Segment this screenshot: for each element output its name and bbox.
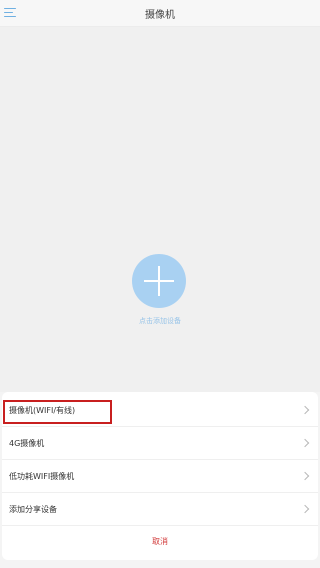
add-device-hint[interactable]: 点击添加设备 bbox=[0, 316, 320, 326]
chevron-right-icon bbox=[300, 405, 310, 415]
device-area: 点击添加设备 bbox=[0, 27, 320, 392]
chevron-right-icon bbox=[300, 504, 310, 514]
option-label: 低功耗WIFI摄像机 bbox=[9, 472, 75, 481]
option-wifi-camera[interactable]: 摄像机(WIFI/有线) bbox=[2, 394, 318, 427]
plus-icon-vertical bbox=[158, 266, 160, 296]
option-label: 添加分享设备 bbox=[9, 505, 57, 514]
highlight-box bbox=[3, 400, 112, 424]
option-label: 4G摄像机 bbox=[9, 439, 45, 448]
cancel-button[interactable]: 取消 bbox=[2, 536, 318, 547]
top-bar: 摄像机 bbox=[0, 0, 320, 27]
option-low-power-wifi-camera[interactable]: 低功耗WIFI摄像机 bbox=[2, 460, 318, 493]
add-device-button[interactable] bbox=[132, 254, 186, 308]
chevron-right-icon bbox=[300, 471, 310, 481]
device-type-sheet: 摄像机(WIFI/有线) 4G摄像机 低功耗WIFI摄像机 添加分享设备 取消 bbox=[2, 392, 318, 560]
page-title: 摄像机 bbox=[145, 10, 175, 21]
option-add-shared-device[interactable]: 添加分享设备 bbox=[2, 493, 318, 526]
chevron-right-icon bbox=[300, 438, 310, 448]
option-4g-camera[interactable]: 4G摄像机 bbox=[2, 427, 318, 460]
